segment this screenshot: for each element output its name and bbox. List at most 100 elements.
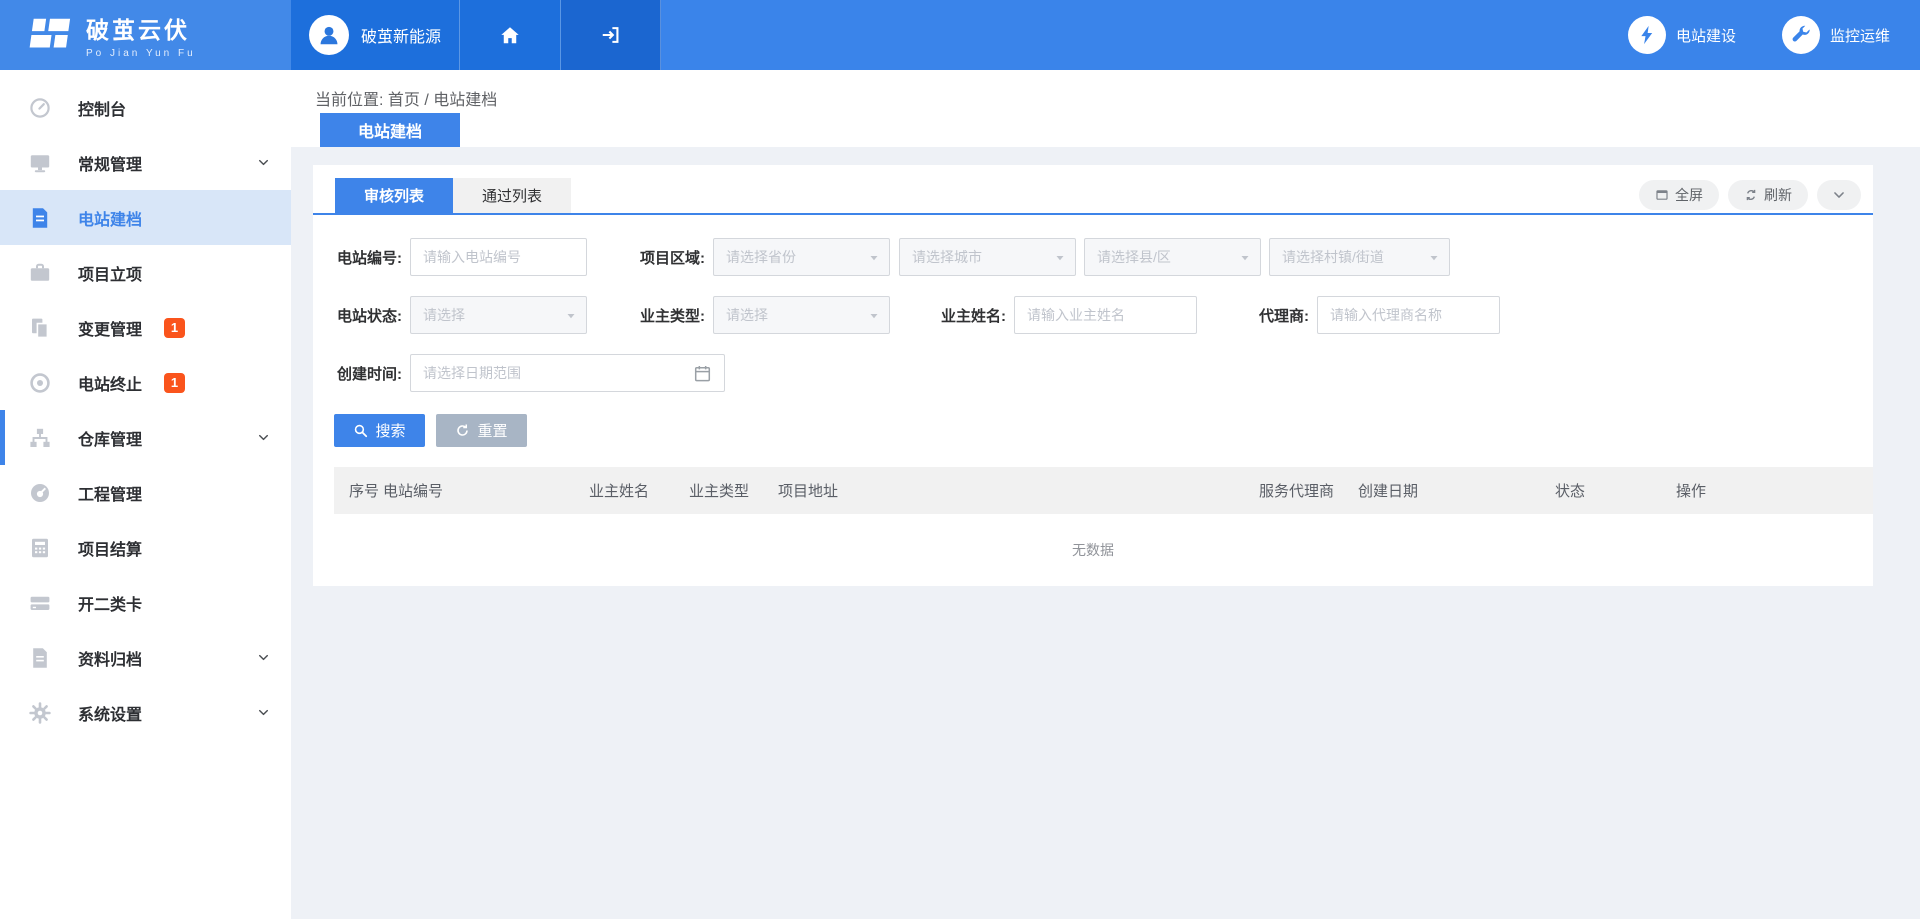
chevron-down-icon [1832, 188, 1846, 202]
login-icon [600, 24, 622, 46]
reset-icon [455, 423, 470, 438]
tab-review-list[interactable]: 审核列表 [335, 178, 453, 213]
collapse-button[interactable] [1817, 180, 1861, 210]
table-column-header: 服务代理商 [1259, 480, 1358, 501]
filter-label: 业主姓名: [938, 305, 1014, 326]
gear-icon [28, 701, 52, 725]
monitor-icon [28, 151, 52, 175]
logout-button[interactable] [561, 0, 661, 70]
caret-down-icon [868, 252, 880, 264]
date-range-text[interactable] [411, 355, 724, 391]
nav-monitor-ops[interactable]: 监控运维 [1782, 16, 1890, 54]
gauge-icon [28, 481, 52, 505]
archive-icon [28, 646, 52, 670]
search-button[interactable]: 搜索 [334, 414, 425, 447]
tab-passed-list[interactable]: 通过列表 [453, 178, 571, 213]
copy-icon [28, 316, 52, 340]
text-input[interactable] [1014, 296, 1197, 334]
select-placeholder: 请选择城市 [912, 247, 982, 267]
active-indicator-bar [0, 410, 5, 465]
sidebar-item-document-icon[interactable]: 电站建档 [0, 190, 291, 245]
select-placeholder: 请选择 [726, 305, 768, 325]
sidebar-item-label: 项目立项 [78, 261, 142, 285]
table-column-header: 项目地址 [778, 480, 1259, 501]
filter-buttons: 搜索 重置 [313, 414, 1873, 447]
brand-mark-icon [26, 12, 72, 58]
filter-label: 项目区域: [637, 247, 713, 268]
breadcrumb-prefix: 当前位置: [315, 92, 388, 109]
sidebar-item-gear-icon[interactable]: 系统设置 [0, 685, 291, 740]
sidebar-item-label: 控制台 [78, 96, 126, 120]
select-input[interactable]: 请选择村镇/街道 [1269, 238, 1450, 276]
home-icon [499, 24, 521, 46]
chevron-down-icon [257, 156, 270, 169]
select-input[interactable]: 请选择 [410, 296, 587, 334]
select-input[interactable]: 请选择城市 [899, 238, 1076, 276]
select-placeholder: 请选择省份 [726, 247, 796, 267]
empty-state: 无数据 [313, 514, 1873, 586]
filter-row: 创建时间: [334, 354, 1873, 392]
filter-row: 电站编号:项目区域:请选择省份请选择城市请选择县/区请选择村镇/街道 [334, 238, 1873, 276]
breadcrumb: 当前位置: 首页 / 电站建档 [315, 86, 497, 110]
sidebar-item-archive-icon[interactable]: 资料归档 [0, 630, 291, 685]
page-tab[interactable]: 电站建档 [320, 113, 460, 147]
breadcrumb-bar: 当前位置: 首页 / 电站建档 电站建档 [291, 70, 1920, 147]
brand-name: 破茧云伏 [86, 11, 196, 45]
content-panel: 审核列表 通过列表 全屏 刷新 电站编号:项目区域:请选择省份请选择城市请选择县… [313, 165, 1873, 586]
user-menu[interactable]: 破茧新能源 [291, 0, 460, 70]
sidebar-item-label: 仓库管理 [78, 426, 142, 450]
text-input[interactable] [410, 238, 587, 276]
sidebar-item-label: 电站建档 [78, 206, 142, 230]
sidebar-item-label: 系统设置 [78, 701, 142, 725]
chevron-down-icon [257, 651, 270, 664]
select-input[interactable]: 请选择省份 [713, 238, 890, 276]
filter-row: 电站状态:请选择业主类型:请选择业主姓名:代理商: [334, 296, 1873, 334]
sidebar-item-monitor-icon[interactable]: 常规管理 [0, 135, 291, 190]
header-right-nav: 电站建设 监控运维 [661, 0, 1920, 70]
notification-badge: 1 [164, 373, 185, 393]
main-content: 当前位置: 首页 / 电站建档 电站建档 审核列表 通过列表 全屏 刷新 电站编… [291, 70, 1920, 919]
sidebar-item-target-icon[interactable]: 电站终止1 [0, 355, 291, 410]
wrench-icon [1790, 24, 1812, 46]
date-range-input[interactable] [410, 354, 725, 392]
sidebar-item-label: 常规管理 [78, 151, 142, 175]
select-placeholder: 请选择村镇/街道 [1282, 247, 1384, 267]
table-column-header: 业主类型 [689, 480, 778, 501]
filter-label: 电站状态: [334, 305, 410, 326]
reset-label: 重置 [477, 420, 507, 441]
select-placeholder: 请选择 [423, 305, 465, 325]
select-input[interactable]: 请选择 [713, 296, 890, 334]
notification-badge: 1 [164, 318, 185, 338]
sidebar-item-calculator-icon[interactable]: 项目结算 [0, 520, 291, 575]
dashboard-icon [28, 96, 52, 120]
filter-label: 代理商: [1241, 305, 1317, 326]
lightning-icon-circle [1628, 16, 1666, 54]
sidebar-item-sitemap-icon[interactable]: 仓库管理 [0, 410, 291, 465]
refresh-label: 刷新 [1764, 185, 1792, 205]
calculator-icon [28, 536, 52, 560]
table-header: 序号电站编号业主姓名业主类型项目地址服务代理商创建日期状态操作 [334, 467, 1873, 514]
app-header: 破茧云伏 Po Jian Yun Fu 破茧新能源 电站建设 监控运维 [0, 0, 1920, 70]
home-button[interactable] [460, 0, 561, 70]
sidebar-item-label: 工程管理 [78, 481, 142, 505]
wrench-icon-circle [1782, 16, 1820, 54]
tab-bar: 审核列表 通过列表 全屏 刷新 [313, 165, 1873, 215]
text-input[interactable] [1317, 296, 1500, 334]
sidebar-item-label: 变更管理 [78, 316, 142, 340]
table-column-header: 操作 [1676, 480, 1873, 501]
nav-station-build[interactable]: 电站建设 [1628, 16, 1736, 54]
filter-label: 创建时间: [334, 363, 410, 384]
sidebar-item-copy-icon[interactable]: 变更管理 1 [0, 300, 291, 355]
table-column-header: 状态 [1555, 480, 1676, 501]
select-input[interactable]: 请选择县/区 [1084, 238, 1261, 276]
sidebar-item-briefcase-icon[interactable]: 项目立项 [0, 245, 291, 300]
sidebar-item-label: 开二类卡 [78, 591, 142, 615]
refresh-button[interactable]: 刷新 [1728, 180, 1808, 210]
sidebar-item-gauge-icon[interactable]: 工程管理 [0, 465, 291, 520]
brand-text: 破茧云伏 Po Jian Yun Fu [86, 11, 196, 59]
reset-button[interactable]: 重置 [436, 414, 527, 447]
sidebar-item-card-icon[interactable]: 开二类卡 [0, 575, 291, 630]
fullscreen-button[interactable]: 全屏 [1639, 180, 1719, 210]
sidebar-item-dashboard-icon[interactable]: 控制台 [0, 80, 291, 135]
avatar [309, 15, 349, 55]
